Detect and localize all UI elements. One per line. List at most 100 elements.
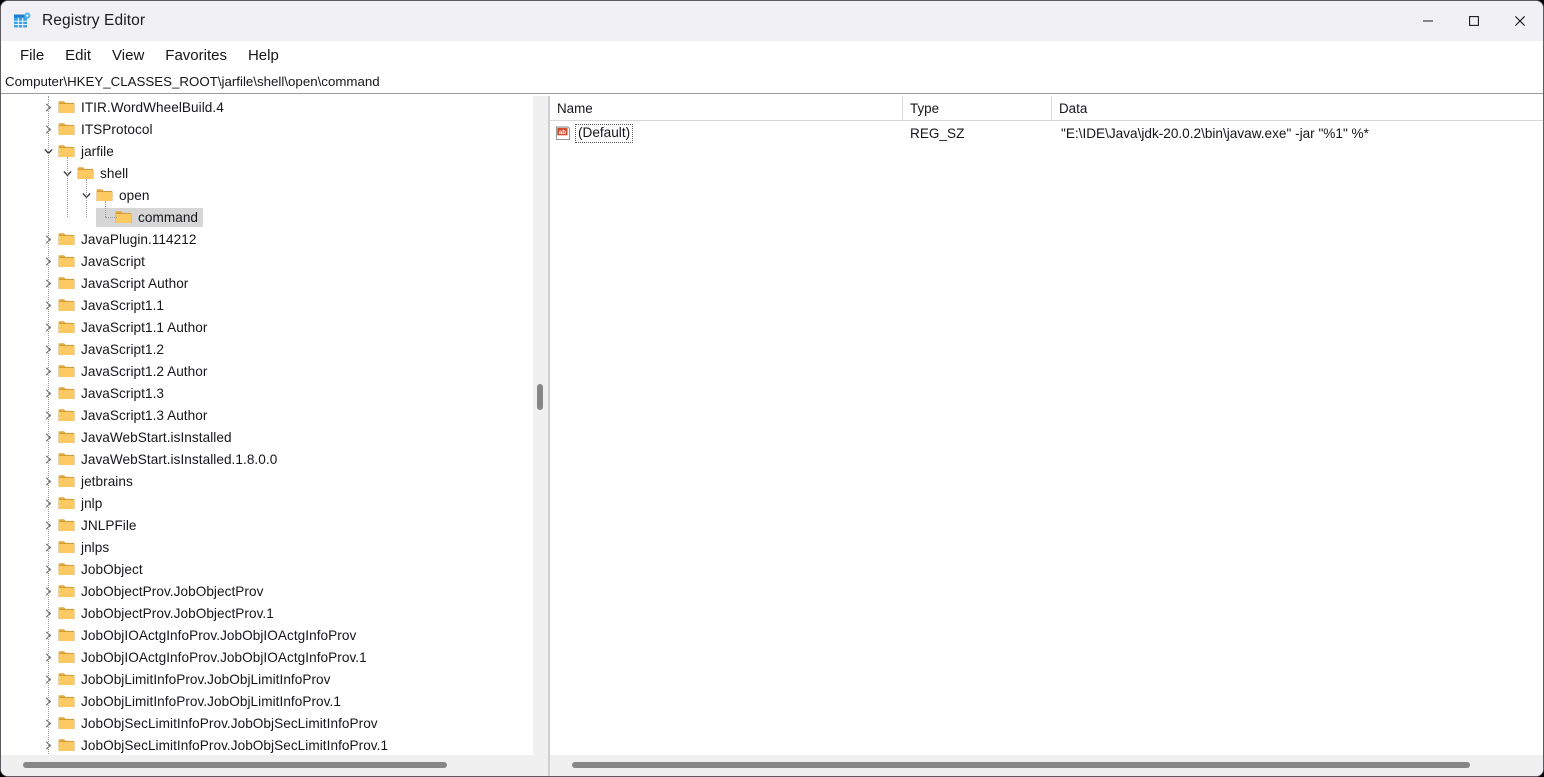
folder-icon bbox=[58, 584, 75, 598]
tree-item-label: JavaScript1.1 Author bbox=[81, 320, 207, 335]
tree-item-javascript1-2-author[interactable]: JavaScript1.2 Author bbox=[1, 360, 548, 382]
folder-icon bbox=[58, 232, 75, 246]
tree-item-itsprotocol[interactable]: ITSProtocol bbox=[1, 118, 548, 140]
tree-item-javawebstart-isinstalled-1-8-0-0[interactable]: JavaWebStart.isInstalled.1.8.0.0 bbox=[1, 448, 548, 470]
folder-icon bbox=[96, 188, 113, 202]
menu-help[interactable]: Help bbox=[239, 45, 288, 66]
folder-icon bbox=[58, 496, 75, 510]
tree-item-javascript-author[interactable]: JavaScript Author bbox=[1, 272, 548, 294]
tree-item-content: JavaScript1.3 bbox=[39, 384, 169, 403]
tree-item-content: JobObjectProv.JobObjectProv bbox=[39, 582, 268, 601]
tree-item-javascript1-3[interactable]: JavaScript1.3 bbox=[1, 382, 548, 404]
tree-item-label: JavaWebStart.isInstalled.1.8.0.0 bbox=[81, 452, 277, 467]
tree-item-label: open bbox=[119, 188, 149, 203]
string-value-icon: ab bbox=[555, 126, 571, 141]
tree-guide-jarfile bbox=[67, 157, 68, 217]
tree-item-content: JobObjSecLimitInfoProv.JobObjSecLimitInf… bbox=[39, 714, 383, 733]
tree-item-content: JNLPFile bbox=[39, 516, 142, 535]
tree-item-content: JavaScript1.2 bbox=[39, 340, 169, 359]
tree-item-content: JavaWebStart.isInstalled bbox=[39, 428, 237, 447]
tree-item-label: ITIR.WordWheelBuild.4 bbox=[81, 100, 224, 115]
folder-icon bbox=[58, 540, 75, 554]
tree-horizontal-scrollbar[interactable] bbox=[1, 755, 548, 776]
tree-item-shell[interactable]: shell bbox=[1, 162, 548, 184]
tree-item-label: JavaScript1.3 Author bbox=[81, 408, 207, 423]
tree-item-javascript1-1[interactable]: JavaScript1.1 bbox=[1, 294, 548, 316]
tree-item-label: JavaPlugin.114212 bbox=[81, 232, 196, 247]
tree-item-content: shell bbox=[58, 164, 133, 183]
minimize-button[interactable] bbox=[1405, 1, 1451, 41]
tree-item-javawebstart-isinstalled[interactable]: JavaWebStart.isInstalled bbox=[1, 426, 548, 448]
tree-item-jobobjlimitinfoprov-jobobjlimitinfoprov[interactable]: JobObjLimitInfoProv.JobObjLimitInfoProv bbox=[1, 668, 548, 690]
tree-item-content: JobObject bbox=[39, 560, 148, 579]
maximize-button[interactable] bbox=[1451, 1, 1497, 41]
tree-item-label: jarfile bbox=[81, 144, 114, 159]
tree-item-label: JobObjIOActgInfoProv.JobObjIOActgInfoPro… bbox=[81, 650, 367, 665]
address-bar[interactable]: Computer\HKEY_CLASSES_ROOT\jarfile\shell… bbox=[1, 70, 1543, 94]
menu-favorites[interactable]: Favorites bbox=[156, 45, 236, 66]
tree-item-jarfile[interactable]: jarfile bbox=[1, 140, 548, 162]
tree-item-jobobjioactginfoprov-jobobjioactginfoprov[interactable]: JobObjIOActgInfoProv.JobObjIOActgInfoPro… bbox=[1, 624, 548, 646]
tree-item-jnlpfile[interactable]: JNLPFile bbox=[1, 514, 548, 536]
tree-item-jnlps[interactable]: jnlps bbox=[1, 536, 548, 558]
tree-item-jobobject[interactable]: JobObject bbox=[1, 558, 548, 580]
folder-icon bbox=[58, 122, 75, 136]
value-name-cell[interactable]: ab (Default) bbox=[550, 124, 903, 143]
folder-icon bbox=[58, 298, 75, 312]
tree-item-jobobjectprov-jobobjectprov-1[interactable]: JobObjectProv.JobObjectProv.1 bbox=[1, 602, 548, 624]
tree-item-jobobjseclimitinfoprov-jobobjseclimitinfoprov[interactable]: JobObjSecLimitInfoProv.JobObjSecLimitInf… bbox=[1, 712, 548, 734]
values-horizontal-scrollbar[interactable] bbox=[550, 755, 1543, 776]
tree-vertical-scroll-thumb[interactable] bbox=[537, 384, 543, 410]
tree-item-content: jetbrains bbox=[39, 472, 138, 491]
tree-guide-shell bbox=[86, 179, 87, 217]
tree-vertical-scrollbar[interactable] bbox=[533, 96, 548, 755]
tree-item-open[interactable]: open bbox=[1, 184, 548, 206]
tree-item-content: JobObjSecLimitInfoProv.JobObjSecLimitInf… bbox=[39, 736, 393, 755]
tree-item-jnlp[interactable]: jnlp bbox=[1, 492, 548, 514]
values-horizontal-scroll-thumb[interactable] bbox=[572, 762, 1470, 768]
tree-item-javascript1-1-author[interactable]: JavaScript1.1 Author bbox=[1, 316, 548, 338]
column-header-data[interactable]: Data bbox=[1052, 96, 1543, 120]
folder-icon bbox=[58, 606, 75, 620]
close-button[interactable] bbox=[1497, 1, 1543, 41]
tree-item-command[interactable]: command bbox=[1, 206, 548, 228]
table-row[interactable]: ab (Default) REG_SZ "E:\IDE\Java\jdk-20.… bbox=[550, 121, 1543, 145]
tree-horizontal-scroll-thumb[interactable] bbox=[23, 762, 447, 768]
menu-view[interactable]: View bbox=[103, 45, 153, 66]
tree-item-jetbrains[interactable]: jetbrains bbox=[1, 470, 548, 492]
tree-guide-root bbox=[48, 96, 49, 755]
folder-icon bbox=[58, 694, 75, 708]
folder-icon bbox=[77, 166, 94, 180]
tree-item-javascript[interactable]: JavaScript bbox=[1, 250, 548, 272]
tree-item-javascript1-2[interactable]: JavaScript1.2 bbox=[1, 338, 548, 360]
column-header-type[interactable]: Type bbox=[903, 96, 1052, 120]
tree-item-javascript1-3-author[interactable]: JavaScript1.3 Author bbox=[1, 404, 548, 426]
tree-item-content: JavaScript1.1 Author bbox=[39, 318, 212, 337]
folder-icon bbox=[58, 364, 75, 378]
tree-item-content: JobObjIOActgInfoProv.JobObjIOActgInfoPro… bbox=[39, 648, 372, 667]
column-header-name[interactable]: Name bbox=[550, 96, 903, 120]
tree-item-javaplugin-114212[interactable]: JavaPlugin.114212 bbox=[1, 228, 548, 250]
tree-item-label: JobObjSecLimitInfoProv.JobObjSecLimitInf… bbox=[81, 716, 378, 731]
tree-item-jobobjlimitinfoprov-jobobjlimitinfoprov-1[interactable]: JobObjLimitInfoProv.JobObjLimitInfoProv.… bbox=[1, 690, 548, 712]
tree-item-itir-wordwheelbuild-4[interactable]: ITIR.WordWheelBuild.4 bbox=[1, 96, 548, 118]
folder-icon bbox=[58, 408, 75, 422]
menu-file[interactable]: File bbox=[11, 45, 53, 66]
value-type: REG_SZ bbox=[903, 126, 1052, 141]
values-pane: Name Type Data ab (Default) bbox=[549, 96, 1543, 776]
registry-editor-window: Registry Editor File Edit V bbox=[0, 0, 1544, 777]
folder-icon bbox=[58, 386, 75, 400]
tree-viewport[interactable]: ITIR.WordWheelBuild.4 ITSProtocol jarfile s… bbox=[1, 96, 548, 755]
values-list-body[interactable]: ab (Default) REG_SZ "E:\IDE\Java\jdk-20.… bbox=[550, 121, 1543, 755]
tree-item-content: JavaScript1.2 Author bbox=[39, 362, 212, 381]
folder-icon bbox=[58, 452, 75, 466]
tree-item-label: JavaScript bbox=[81, 254, 145, 269]
tree-item-label: JobObject bbox=[81, 562, 143, 577]
menu-edit[interactable]: Edit bbox=[56, 45, 100, 66]
tree-item-jobobjseclimitinfoprov-jobobjseclimitinfoprov-1[interactable]: JobObjSecLimitInfoProv.JobObjSecLimitInf… bbox=[1, 734, 548, 755]
tree-item-label: JavaScript Author bbox=[81, 276, 188, 291]
main-content: ITIR.WordWheelBuild.4 ITSProtocol jarfile s… bbox=[1, 94, 1543, 776]
tree-item-content: JavaWebStart.isInstalled.1.8.0.0 bbox=[39, 450, 282, 469]
tree-item-jobobjectprov-jobobjectprov[interactable]: JobObjectProv.JobObjectProv bbox=[1, 580, 548, 602]
tree-item-jobobjioactginfoprov-jobobjioactginfoprov-1[interactable]: JobObjIOActgInfoProv.JobObjIOActgInfoPro… bbox=[1, 646, 548, 668]
